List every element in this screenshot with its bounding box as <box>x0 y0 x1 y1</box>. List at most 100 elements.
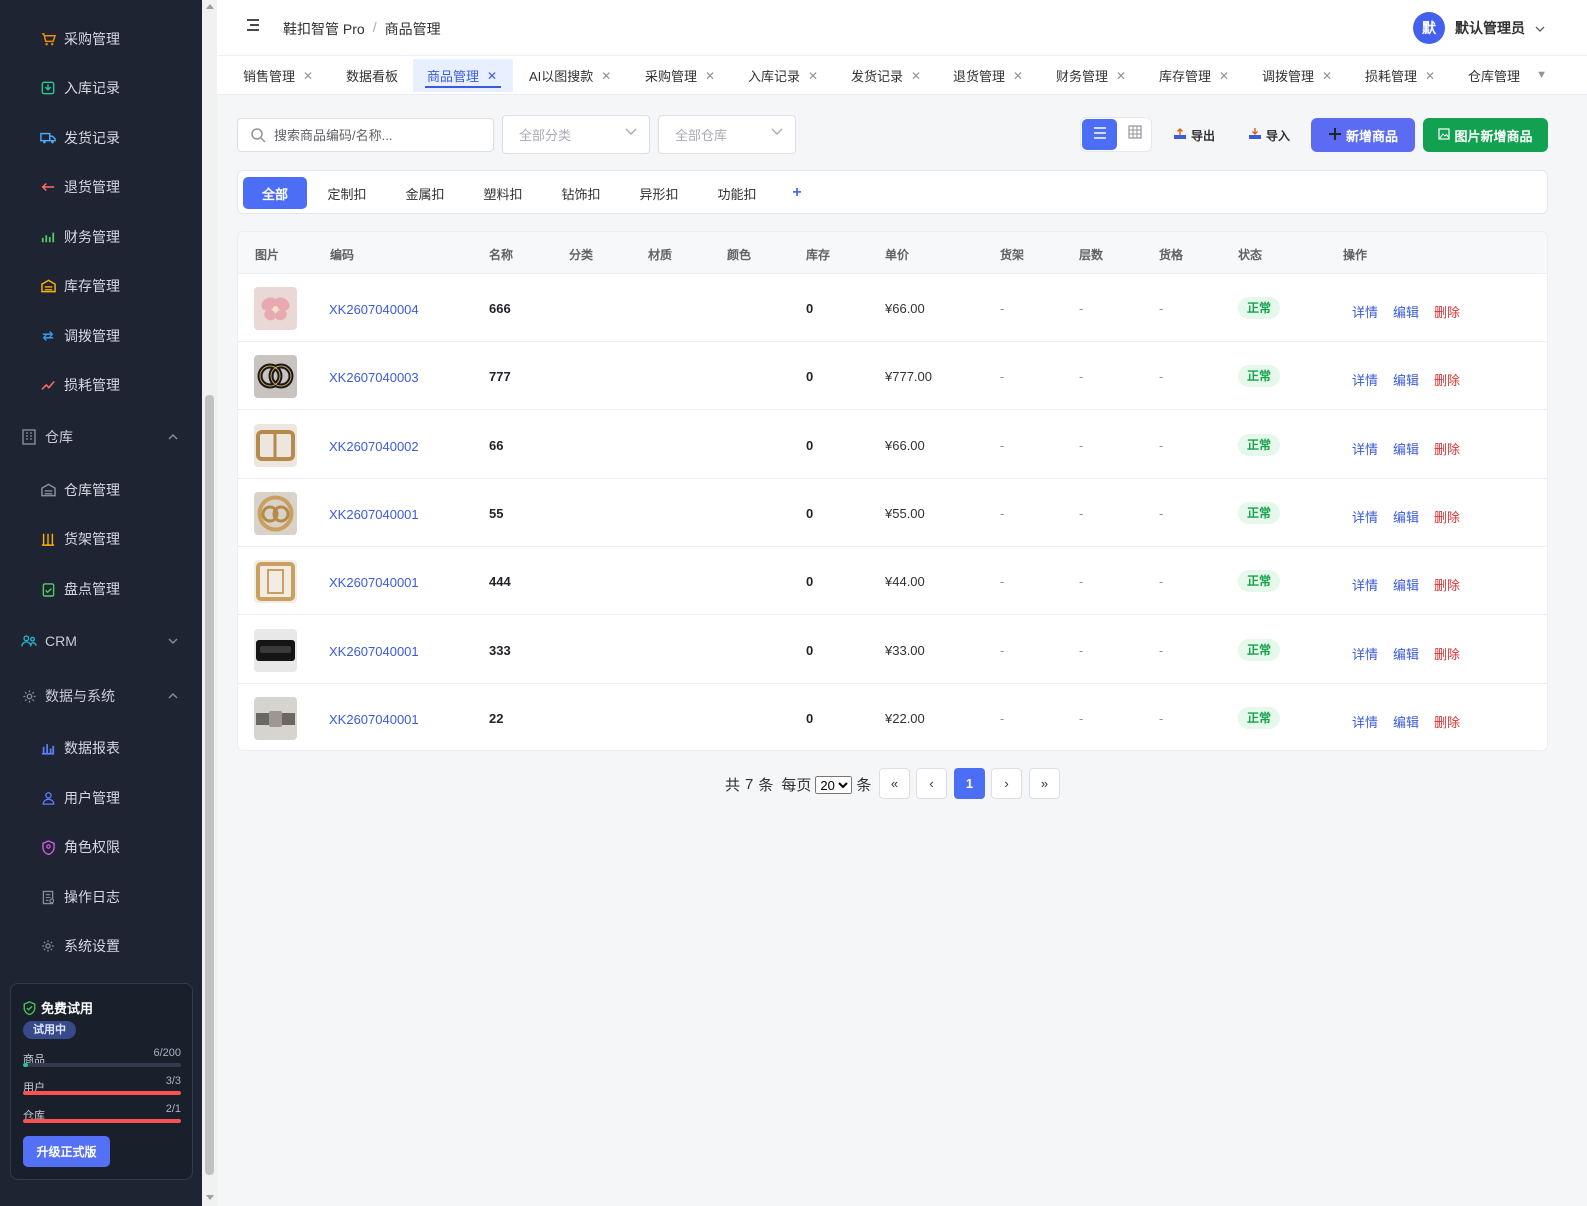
tab-inbound[interactable]: 入库记录 ✕ <box>748 56 818 95</box>
edit-link[interactable]: 编辑 <box>1393 302 1419 321</box>
category-tab-shaped[interactable]: 异形扣 <box>628 177 690 209</box>
next-page-button[interactable]: › <box>991 768 1022 799</box>
close-icon[interactable]: ✕ <box>601 69 611 83</box>
list-view-button[interactable] <box>1082 119 1117 150</box>
sidebar-item-finance[interactable]: 财务管理 <box>0 217 202 257</box>
import-button[interactable]: 导入 <box>1238 120 1301 151</box>
table-row[interactable]: XK2607040002 66 0 ¥66.00 - - - 正常 详情 编辑 … <box>238 411 1547 479</box>
product-thumbnail[interactable] <box>254 628 297 672</box>
close-icon[interactable]: ✕ <box>705 69 715 83</box>
sidebar-item-logs[interactable]: 操作日志 <box>0 877 202 917</box>
breadcrumb-app[interactable]: 鞋扣智管 Pro <box>283 19 365 39</box>
edit-link[interactable]: 编辑 <box>1393 575 1419 594</box>
tab-shipping[interactable]: 发货记录 ✕ <box>851 56 921 95</box>
category-select[interactable]: 全部分类 <box>502 115 650 154</box>
product-code-link[interactable]: XK2607040001 <box>329 644 419 659</box>
page-size-select[interactable]: 20 <box>815 775 853 794</box>
close-icon[interactable]: ✕ <box>808 69 818 83</box>
last-page-button[interactable]: » <box>1029 768 1060 799</box>
product-code-link[interactable]: XK2607040001 <box>329 575 419 590</box>
sidebar-item-warehouse-mgmt[interactable]: 仓库管理 <box>0 470 202 510</box>
sidebar-item-shelf[interactable]: 货架管理 <box>0 519 202 559</box>
category-tab-all[interactable]: 全部 <box>243 177 307 209</box>
user-name[interactable]: 默认管理员 <box>1455 18 1525 38</box>
sidebar-item-loss[interactable]: 损耗管理 <box>0 365 202 405</box>
tab-dashboard[interactable]: 数据看板 <box>346 56 398 95</box>
tab-inventory[interactable]: 库存管理 ✕ <box>1159 56 1229 95</box>
detail-link[interactable]: 详情 <box>1352 575 1378 594</box>
detail-link[interactable]: 详情 <box>1352 712 1378 731</box>
tab-sales[interactable]: 销售管理 ✕ <box>243 56 313 95</box>
user-menu[interactable]: 默 默认管理员 <box>1413 12 1545 44</box>
edit-link[interactable]: 编辑 <box>1393 370 1419 389</box>
product-code-link[interactable]: XK2607040001 <box>329 712 419 727</box>
edit-link[interactable]: 编辑 <box>1393 644 1419 663</box>
category-tab-rhinestone[interactable]: 钻饰扣 <box>550 177 612 209</box>
product-code-link[interactable]: XK2607040001 <box>329 507 419 522</box>
delete-link[interactable]: 删除 <box>1434 439 1460 458</box>
sidebar-item-transfer[interactable]: 调拨管理 <box>0 316 202 356</box>
grid-view-button[interactable] <box>1118 119 1151 150</box>
tab-loss[interactable]: 损耗管理 ✕ <box>1365 56 1435 95</box>
sidebar-item-inbound[interactable]: 入库记录 <box>0 68 202 108</box>
detail-link[interactable]: 详情 <box>1352 302 1378 321</box>
detail-link[interactable]: 详情 <box>1352 439 1378 458</box>
detail-link[interactable]: 详情 <box>1352 370 1378 389</box>
sidebar-group-system[interactable]: 数据与系统 <box>0 676 202 716</box>
sidebar-item-stocktake[interactable]: 盘点管理 <box>0 569 202 609</box>
tab-ai-image-search[interactable]: AI以图搜款 ✕ <box>529 56 611 95</box>
product-thumbnail[interactable] <box>254 355 297 399</box>
tab-transfer[interactable]: 调拨管理 ✕ <box>1262 56 1332 95</box>
sidebar-group-warehouse[interactable]: 仓库 <box>0 417 202 457</box>
first-page-button[interactable]: « <box>879 768 910 799</box>
delete-link[interactable]: 删除 <box>1434 370 1460 389</box>
sidebar-item-purchase[interactable]: 采购管理 <box>0 19 202 59</box>
product-thumbnail[interactable] <box>254 287 297 330</box>
table-row[interactable]: XK2607040001 55 0 ¥55.00 - - - 正常 详情 编辑 … <box>238 479 1547 547</box>
tabs-more-icon[interactable]: ▼ <box>1536 69 1547 81</box>
category-tab-custom[interactable]: 定制扣 <box>316 177 378 209</box>
close-icon[interactable]: ✕ <box>1219 69 1229 83</box>
product-thumbnail[interactable] <box>254 423 297 467</box>
close-icon[interactable]: ✕ <box>487 69 497 83</box>
upgrade-button[interactable]: 升级正式版 <box>23 1136 110 1167</box>
add-by-image-button[interactable]: 图片新增商品 <box>1423 118 1548 152</box>
delete-link[interactable]: 删除 <box>1434 302 1460 321</box>
sidebar-item-settings[interactable]: 系统设置 <box>0 926 202 966</box>
category-tab-metal[interactable]: 金属扣 <box>394 177 456 209</box>
sidebar-item-roles[interactable]: 角色权限 <box>0 827 202 867</box>
delete-link[interactable]: 删除 <box>1434 712 1460 731</box>
detail-link[interactable]: 详情 <box>1352 507 1378 526</box>
add-product-button[interactable]: 新增商品 <box>1311 118 1415 152</box>
chevron-down-icon[interactable] <box>1535 19 1545 37</box>
detail-link[interactable]: 详情 <box>1352 644 1378 663</box>
category-tab-functional[interactable]: 功能扣 <box>706 177 768 209</box>
scroll-down-arrow-icon[interactable] <box>206 1195 214 1200</box>
sidebar-item-returns[interactable]: 退货管理 <box>0 167 202 207</box>
edit-link[interactable]: 编辑 <box>1393 439 1419 458</box>
table-row[interactable]: XK2607040001 333 0 ¥33.00 - - - 正常 详情 编辑… <box>238 616 1547 684</box>
table-row[interactable]: XK2607040003 777 0 ¥777.00 - - - 正常 详情 编… <box>238 342 1547 411</box>
table-row[interactable]: XK2607040001 22 0 ¥22.00 - - - 正常 详情 编辑 … <box>238 684 1547 750</box>
close-icon[interactable]: ✕ <box>1425 69 1435 83</box>
scroll-up-arrow-icon[interactable] <box>206 4 214 9</box>
add-category-button[interactable]: + <box>785 177 809 209</box>
tab-warehouse[interactable]: 仓库管理 <box>1468 56 1520 95</box>
page-button-current[interactable]: 1 <box>954 768 985 799</box>
delete-link[interactable]: 删除 <box>1434 575 1460 594</box>
close-icon[interactable]: ✕ <box>1116 69 1126 83</box>
product-code-link[interactable]: XK2607040002 <box>329 439 419 454</box>
tab-finance[interactable]: 财务管理 ✕ <box>1056 56 1126 95</box>
avatar[interactable]: 默 <box>1413 12 1445 44</box>
delete-link[interactable]: 删除 <box>1434 507 1460 526</box>
sidebar-item-shipping[interactable]: 发货记录 <box>0 118 202 158</box>
delete-link[interactable]: 删除 <box>1434 644 1460 663</box>
warehouse-select[interactable]: 全部仓库 <box>658 115 796 154</box>
close-icon[interactable]: ✕ <box>911 69 921 83</box>
edit-link[interactable]: 编辑 <box>1393 712 1419 731</box>
sidebar-group-crm[interactable]: CRM <box>0 621 202 661</box>
product-code-link[interactable]: XK2607040003 <box>329 370 419 385</box>
close-icon[interactable]: ✕ <box>303 69 313 83</box>
sidebar-item-reports[interactable]: 数据报表 <box>0 728 202 768</box>
sidebar-item-users[interactable]: 用户管理 <box>0 778 202 818</box>
